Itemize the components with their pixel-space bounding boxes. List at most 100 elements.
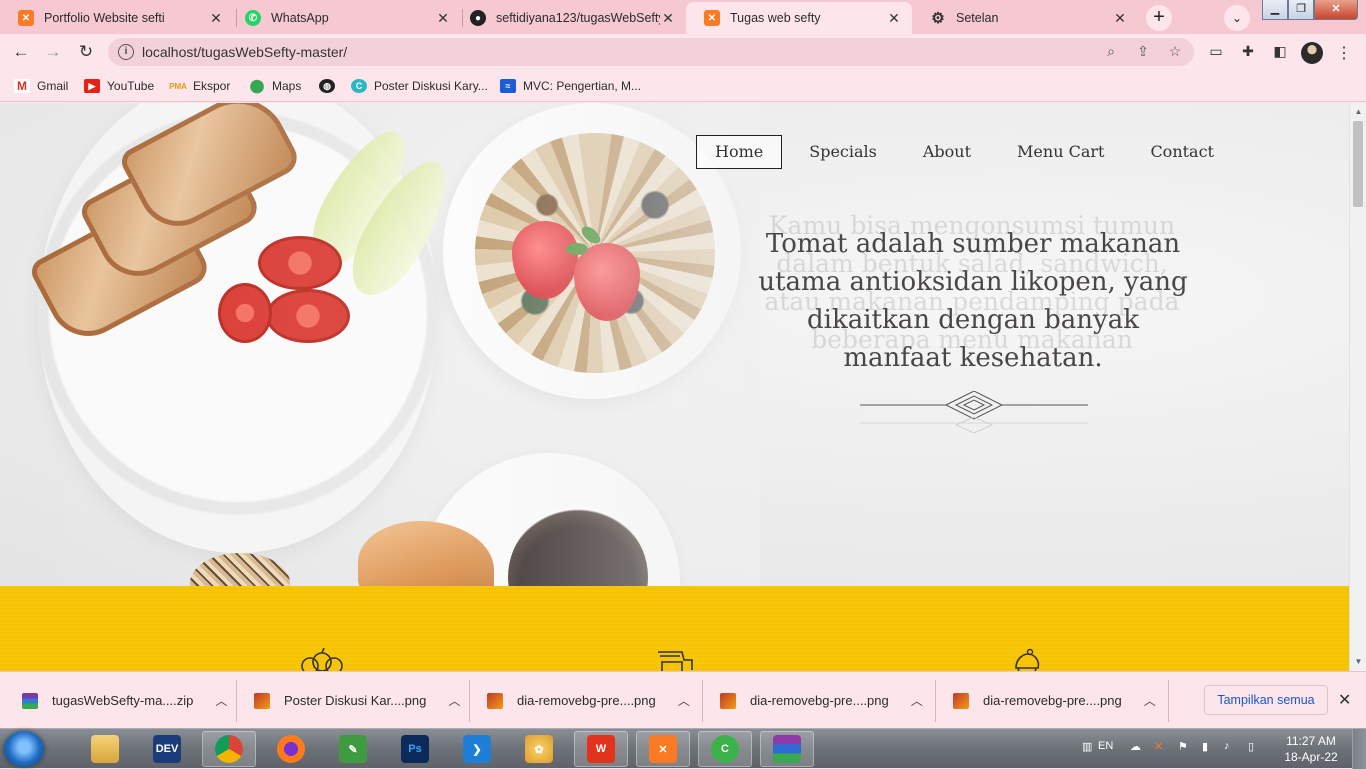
- close-tab-icon[interactable]: ✕: [435, 10, 451, 27]
- ornament-divider-icon: [860, 391, 1088, 434]
- show-all-downloads-button[interactable]: Tampilkan semua: [1204, 685, 1328, 715]
- bookmark-label: YouTube: [107, 79, 155, 93]
- paint-icon: ✿: [525, 735, 553, 763]
- bookmark-globe[interactable]: ◍: [319, 77, 342, 95]
- download-filename: tugasWebSefty-ma....zip: [52, 693, 194, 708]
- bookmark-label: Poster Diskusi Kary...: [374, 79, 488, 93]
- devcpp-icon: DEV: [153, 735, 181, 763]
- minimize-button[interactable]: ▁: [1262, 0, 1288, 20]
- network-warning-icon[interactable]: ⚑: [1178, 740, 1188, 753]
- taskbar-photoshop[interactable]: Ps: [388, 731, 442, 767]
- scroll-down-icon[interactable]: ▼: [1350, 655, 1366, 669]
- profile-avatar[interactable]: [1301, 42, 1323, 64]
- close-window-button[interactable]: ✕: [1314, 0, 1358, 20]
- bookmark-star-icon[interactable]: ☆: [1166, 43, 1184, 61]
- tab-portfolio[interactable]: ✕ Portfolio Website sefti ✕: [0, 2, 234, 34]
- nav-contact[interactable]: Contact: [1131, 135, 1233, 169]
- download-item[interactable]: dia-removebg-pre....png ︿: [720, 672, 923, 729]
- url-text[interactable]: localhost/tugasWebSefty-master/: [142, 44, 347, 60]
- back-icon[interactable]: ←: [8, 39, 34, 65]
- puzzle-icon[interactable]: ✚: [1239, 43, 1257, 61]
- close-tab-icon[interactable]: ✕: [1112, 10, 1128, 27]
- side-panel-icon[interactable]: ◧: [1271, 43, 1289, 61]
- bookmark-maps[interactable]: ⬤ Maps: [249, 77, 302, 95]
- tab-whatsapp[interactable]: ✆ WhatsApp ✕: [227, 2, 461, 34]
- taskbar-notepad[interactable]: ✎: [326, 731, 380, 767]
- zoom-icon[interactable]: ⌕: [1102, 43, 1120, 61]
- gear-icon: ⚙: [931, 10, 945, 27]
- browser-toolbar: ← → ↻ i localhost/tugasWebSefty-master/ …: [0, 34, 1366, 70]
- taskbar-camtasia[interactable]: C: [698, 731, 752, 767]
- tray-expand-icon[interactable]: ▥: [1082, 740, 1092, 753]
- share-icon[interactable]: ⇪: [1134, 43, 1152, 61]
- new-tab-button[interactable]: +: [1146, 5, 1172, 31]
- tab-search-button[interactable]: ⌄: [1224, 5, 1250, 31]
- forward-icon[interactable]: →: [40, 39, 66, 65]
- close-tab-icon[interactable]: ✕: [886, 10, 902, 27]
- close-tab-icon[interactable]: ✕: [208, 10, 224, 27]
- system-clock[interactable]: 11:27 AM 18-Apr-22: [1276, 733, 1346, 765]
- main-nav: Home Specials About Menu Cart Contact: [696, 135, 1241, 169]
- chevron-up-icon[interactable]: ︿: [911, 692, 923, 709]
- nav-about[interactable]: About: [904, 135, 990, 169]
- download-separator: [236, 680, 237, 722]
- bookmark-poster[interactable]: C Poster Diskusi Kary...: [351, 77, 488, 95]
- taskbar-vscode[interactable]: ❯: [450, 731, 504, 767]
- cloud-icon[interactable]: ☁: [1130, 740, 1141, 753]
- taskbar-explorer[interactable]: [78, 731, 132, 767]
- bookmark-gmail[interactable]: M Gmail: [14, 77, 68, 95]
- tab-title: Tugas web sefty: [730, 11, 821, 25]
- globe-icon: ◍: [319, 79, 335, 93]
- taskbar-firefox[interactable]: [264, 731, 318, 767]
- nav-menu-cart[interactable]: Menu Cart: [998, 135, 1123, 169]
- xampp-icon: ✕: [704, 10, 720, 26]
- xampp-icon: ✕: [18, 10, 34, 26]
- show-desktop-button[interactable]: [1352, 729, 1366, 769]
- taskbar-chrome[interactable]: [202, 731, 256, 767]
- nav-specials[interactable]: Specials: [790, 135, 896, 169]
- chevron-up-icon[interactable]: ︿: [1144, 692, 1156, 709]
- chevron-up-icon[interactable]: ︿: [215, 692, 227, 709]
- tab-title: WhatsApp: [271, 11, 329, 25]
- maximize-button[interactable]: ❐: [1288, 0, 1314, 20]
- tab-github[interactable]: ● seftidiyana123/tugasWebSefty ✕: [452, 2, 686, 34]
- page-scrollbar[interactable]: ▲ ▼: [1349, 103, 1366, 671]
- gmail-icon: M: [14, 79, 30, 93]
- hero-section: Home Specials About Menu Cart Contact Ka…: [0, 103, 1349, 586]
- chevron-up-icon[interactable]: ︿: [678, 692, 690, 709]
- tab-tugas-web-sefty[interactable]: ✕ Tugas web sefty ✕: [686, 2, 912, 34]
- download-item[interactable]: dia-removebg-pre....png ︿: [953, 672, 1156, 729]
- start-button[interactable]: [4, 731, 44, 767]
- download-item[interactable]: tugasWebSefty-ma....zip ︿: [22, 672, 227, 729]
- download-filename: Poster Diskusi Kar....png: [284, 693, 427, 708]
- download-item[interactable]: dia-removebg-pre....png ︿: [487, 672, 690, 729]
- taskbar-xampp[interactable]: ✕: [636, 731, 690, 767]
- chevron-up-icon[interactable]: ︿: [448, 692, 460, 709]
- tab-setelan[interactable]: ⚙ Setelan ✕: [912, 2, 1138, 34]
- nav-home[interactable]: Home: [696, 135, 783, 169]
- address-bar[interactable]: i localhost/tugasWebSefty-master/ ⌕ ⇪ ☆: [108, 38, 1194, 66]
- signal-icon[interactable]: ▮: [1202, 740, 1208, 753]
- taskbar-devcpp[interactable]: DEV: [140, 731, 194, 767]
- scroll-up-icon[interactable]: ▲: [1350, 105, 1366, 119]
- taskbar-wps[interactable]: W: [574, 731, 628, 767]
- menu-kebab-icon[interactable]: ⋮: [1335, 43, 1353, 62]
- clock-date: 18-Apr-22: [1284, 750, 1338, 764]
- winrar-icon: [773, 735, 801, 763]
- close-tab-icon[interactable]: ✕: [660, 10, 676, 27]
- bookmark-youtube[interactable]: ▶ YouTube: [84, 77, 154, 95]
- close-shelf-icon[interactable]: ✕: [1338, 690, 1351, 710]
- bookmark-mvc[interactable]: ≈ MVC: Pengertian, M...: [500, 77, 641, 95]
- taskbar-paint[interactable]: ✿: [512, 731, 566, 767]
- download-item[interactable]: Poster Diskusi Kar....png ︿: [254, 672, 460, 729]
- volume-icon[interactable]: ♪: [1224, 740, 1230, 752]
- reload-icon[interactable]: ↻: [73, 39, 99, 65]
- language-indicator[interactable]: EN: [1098, 740, 1113, 752]
- battery-icon[interactable]: ▯: [1248, 740, 1254, 753]
- site-info-icon[interactable]: i: [118, 44, 134, 60]
- extension-icon[interactable]: ▭: [1207, 43, 1225, 61]
- bookmark-ekspor[interactable]: PMA Ekspor: [169, 77, 230, 95]
- scrollbar-thumb[interactable]: [1353, 121, 1363, 207]
- taskbar-winrar[interactable]: [760, 731, 814, 767]
- xampp-tray-icon[interactable]: ✕: [1154, 740, 1163, 753]
